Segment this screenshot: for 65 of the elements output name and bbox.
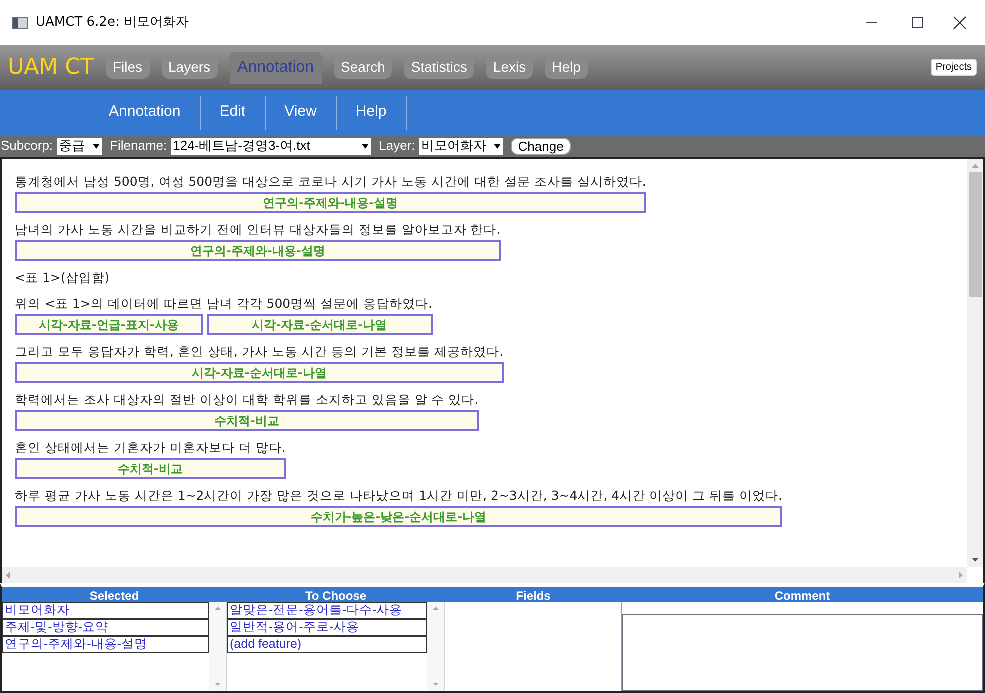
list-item[interactable]: 알맞은-전문-용어를-다수-사용: [227, 602, 427, 619]
projects-button[interactable]: Projects: [930, 59, 977, 76]
change-button[interactable]: Change: [511, 138, 571, 154]
column-header: To Choose: [305, 588, 367, 602]
submenu-item[interactable]: Annotation: [90, 96, 201, 130]
menu-tab[interactable]: Statistics: [404, 56, 474, 79]
filename-label: Filename:: [110, 137, 168, 156]
menu-tab[interactable]: Layers: [162, 56, 218, 79]
column-header: Comment: [774, 588, 830, 602]
dropdown-arrow-icon: [494, 144, 502, 148]
horizontal-scrollbar[interactable]: [2, 567, 967, 583]
layer-label: Layer:: [379, 137, 416, 156]
annotation-tag[interactable]: 수치적-비교: [15, 458, 286, 479]
submenu-item[interactable]: Edit: [200, 96, 266, 130]
dropdown-arrow-icon: [93, 144, 100, 148]
sentence-text: <표 1>(삽입함): [15, 269, 110, 287]
list-item[interactable]: 연구의-주제와-내용-설명: [2, 636, 209, 653]
scroll-down-icon[interactable]: [972, 558, 978, 562]
list-scrollbar[interactable]: [209, 602, 226, 691]
comment-field[interactable]: [622, 614, 983, 691]
filename-dropdown[interactable]: 124-베트남-경영3-여.txt: [171, 138, 372, 154]
list-item[interactable]: 비모어화자: [2, 602, 209, 619]
scroll-right-icon[interactable]: [959, 572, 963, 578]
annotation-tag[interactable]: 연구의-주제와-내용-설명: [15, 192, 646, 213]
sentence-text: 그리고 모두 응답자가 학력, 혼인 상태, 가사 노동 시간 등의 기본 정보를 제공하였다.: [15, 343, 504, 361]
menu-tab[interactable]: Lexis: [486, 56, 534, 79]
scroll-up-icon[interactable]: [432, 607, 438, 610]
menu-tab[interactable]: Annotation: [230, 52, 322, 84]
sentence-text: 혼인 상태에서는 기혼자가 미혼자보다 더 많다.: [15, 439, 286, 457]
menu-tab[interactable]: Help: [545, 56, 588, 79]
annotation-tag[interactable]: 수치적-비교: [15, 410, 479, 431]
scroll-up-icon[interactable]: [214, 607, 220, 610]
sentence-text: 남녀의 가사 노동 시간을 비교하기 전에 인터뷰 대상자들의 정보를 알아보고자 한다.: [15, 221, 501, 239]
sentence-text: 남녀 각각 500명씩 설문에 응답하였다.: [206, 295, 433, 313]
annotation-tag[interactable]: 시각-자료-순서대로-나열: [15, 362, 504, 383]
annotation-tag[interactable]: 시각-자료-순서대로-나열: [206, 314, 433, 335]
dropdown-arrow-icon: [362, 144, 370, 148]
list-scrollbar[interactable]: [427, 602, 444, 691]
submenu-item[interactable]: View: [266, 96, 337, 130]
close-icon[interactable]: [953, 16, 967, 30]
window-title: UAMCT 6.2e: 비모어화자: [36, 14, 189, 32]
list-item[interactable]: (add feature): [227, 636, 427, 653]
annotation-tag[interactable]: 수치가-높은-낮은-순서대로-나열: [15, 506, 782, 527]
sentence-text: 학력에서는 조사 대상자의 절반 이상이 대학 학위를 소지하고 있음을 알 수 있다.: [15, 391, 479, 409]
scroll-left-icon[interactable]: [6, 572, 10, 578]
annotation-tag[interactable]: 시각-자료-언급-표지-사용: [15, 314, 203, 335]
scroll-up-icon[interactable]: [972, 164, 978, 168]
annotation-tag[interactable]: 연구의-주제와-내용-설명: [15, 240, 501, 261]
sentence-text: 위의 <표 1>의 데이터에 따르면: [15, 295, 203, 313]
app-icon: [12, 16, 28, 28]
list-item[interactable]: 일반적-용어-주로-사용: [227, 619, 427, 636]
list-item[interactable]: 주제-및-방향-요약: [2, 619, 209, 636]
app-logo: UAM CT: [8, 54, 94, 82]
subcorp-dropdown[interactable]: 중급: [57, 138, 102, 154]
menu-tab[interactable]: Search: [334, 56, 392, 79]
subcorp-label: Subcorp:: [1, 137, 54, 156]
scrollbar-thumb[interactable]: [968, 172, 982, 297]
layer-dropdown[interactable]: 비모어화자: [419, 138, 504, 154]
sentence-text: 하루 평균 가사 노동 시간은 1~2시간이 가장 많은 것으로 나타났으며 1시간 미만, 2~3시간, 3~4시간, 4시간 이상이 그 뒤를 이었다.: [15, 487, 782, 505]
submenu-item[interactable]: Help: [336, 96, 407, 130]
vertical-scrollbar[interactable]: [967, 159, 983, 567]
column-header: Selected: [90, 588, 140, 602]
sentence-text: 통계청에서 남성 500명, 여성 500명을 대상으로 코로나 시기 가사 노동 시간에 대한 설문 조사를 실시하였다.: [15, 173, 646, 191]
menu-tab[interactable]: Files: [106, 56, 150, 79]
column-header: Fields: [516, 588, 551, 602]
